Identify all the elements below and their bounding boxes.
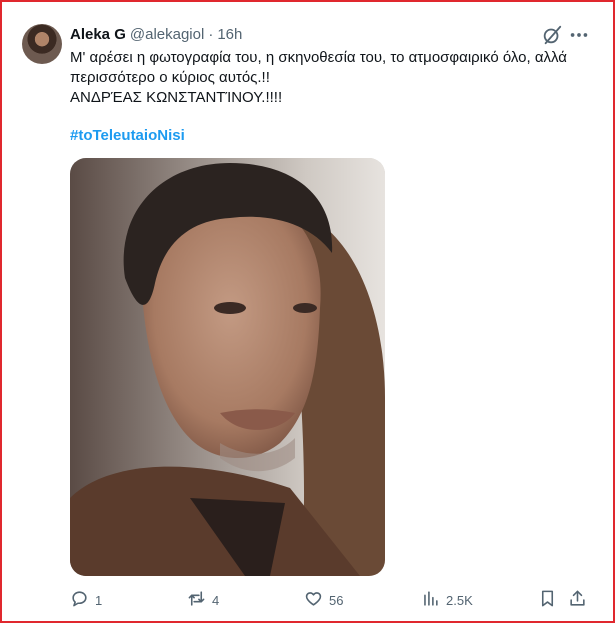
tweet-text-line: περισσότερο ο κύριος αυτός.!! bbox=[70, 69, 270, 86]
repost-count: 4 bbox=[212, 592, 220, 608]
like-count: 56 bbox=[329, 592, 344, 608]
reply-count: 1 bbox=[95, 592, 103, 608]
more-icon[interactable] bbox=[568, 24, 590, 46]
views-button[interactable]: 2.5K bbox=[421, 586, 473, 614]
tweet-text-line: Μ' αρέσει η φωτογραφία του, η σκηνοθεσία… bbox=[70, 49, 567, 66]
author-handle[interactable]: @alekagiol bbox=[130, 26, 204, 43]
reply-button[interactable]: 1 bbox=[70, 586, 102, 614]
grok-icon[interactable] bbox=[541, 24, 563, 46]
like-icon bbox=[304, 589, 323, 611]
tweet-time[interactable]: 16h bbox=[217, 26, 242, 43]
reply-icon bbox=[70, 589, 89, 611]
views-count: 2.5K bbox=[446, 592, 473, 608]
repost-button[interactable]: 4 bbox=[187, 586, 219, 614]
views-icon bbox=[421, 589, 440, 611]
tweet-text-line: ΑΝΔΡΈΑΣ ΚΩΝΣΤΑΝΤΊΝΟΥ.!!!! bbox=[70, 89, 283, 106]
hashtag-link[interactable]: #toTeleutaioNisi bbox=[70, 126, 185, 146]
tweet-header: Aleka G @alekagiol · 16h bbox=[70, 24, 242, 44]
avatar[interactable] bbox=[22, 24, 62, 64]
bookmark-button[interactable] bbox=[538, 586, 557, 614]
share-icon bbox=[568, 589, 587, 611]
repost-icon bbox=[187, 589, 206, 611]
share-button[interactable] bbox=[568, 586, 587, 614]
tweet-photo[interactable] bbox=[70, 158, 385, 576]
tweet-text: Μ' αρέσει η φωτογραφία του, η σκηνοθεσία… bbox=[70, 48, 600, 108]
author-name[interactable]: Aleka G bbox=[70, 26, 126, 43]
like-button[interactable]: 56 bbox=[304, 586, 343, 614]
action-bar: 1 4 56 2.5K bbox=[0, 586, 615, 614]
separator-dot: · bbox=[208, 25, 214, 43]
bookmark-icon bbox=[538, 589, 557, 611]
